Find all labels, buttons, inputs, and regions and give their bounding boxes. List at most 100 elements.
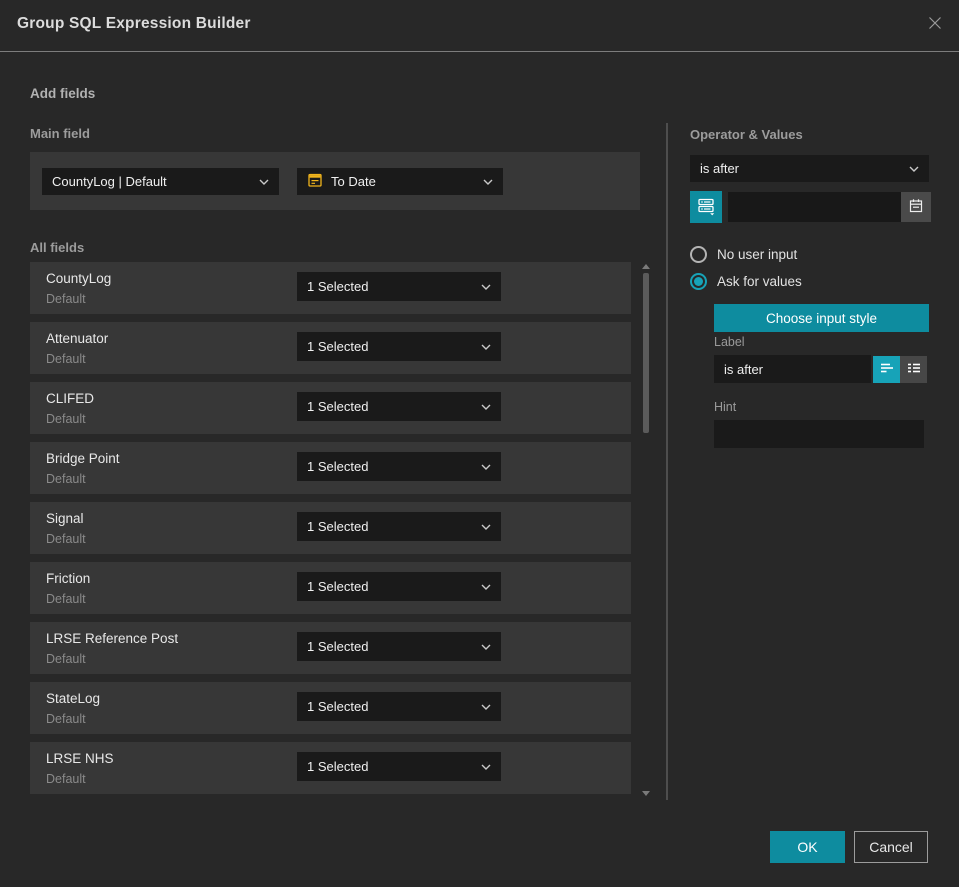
field-name: Signal — [46, 511, 84, 526]
operator-select[interactable]: is after — [690, 155, 929, 182]
field-subtitle: Default — [46, 352, 86, 366]
radio-ask-for-values-label: Ask for values — [717, 274, 802, 289]
scrollbar-thumb[interactable] — [643, 273, 649, 433]
list-style-button[interactable] — [900, 356, 927, 383]
field-name: LRSE Reference Post — [46, 631, 179, 646]
field-name: CountyLog — [46, 271, 112, 286]
field-subtitle: Default — [46, 472, 86, 486]
field-selected-dropdown-label: 1 Selected — [307, 519, 369, 534]
date-field-select[interactable]: To Date — [297, 168, 503, 195]
field-selected-dropdown[interactable]: 1 Selected — [297, 392, 501, 421]
dialog-title: Group SQL Expression Builder — [17, 15, 251, 32]
hint-input[interactable] — [714, 420, 924, 448]
field-selected-dropdown[interactable]: 1 Selected — [297, 632, 501, 661]
field-selected-dropdown-label: 1 Selected — [307, 759, 369, 774]
field-row: LRSE NHS Default 1 Selected — [30, 742, 631, 794]
operator-values-panel: Operator & Values is after No user input… — [690, 118, 931, 678]
chevron-down-icon — [909, 166, 919, 172]
field-selected-dropdown[interactable]: 1 Selected — [297, 332, 501, 361]
choose-input-style-button[interactable]: Choose input style — [714, 304, 929, 332]
value-calendar-button[interactable] — [901, 192, 931, 222]
field-selected-dropdown-label: 1 Selected — [307, 339, 369, 354]
field-selected-dropdown-label: 1 Selected — [307, 279, 369, 294]
field-row: Friction Default 1 Selected — [30, 562, 631, 614]
all-fields-list: CountyLog Default 1 Selected Attenuator … — [30, 262, 631, 802]
close-button[interactable] — [924, 14, 946, 36]
field-subtitle: Default — [46, 592, 86, 606]
radio-no-user-input[interactable]: No user input — [690, 246, 797, 263]
field-subtitle: Default — [46, 712, 86, 726]
field-selected-dropdown-label: 1 Selected — [307, 699, 369, 714]
value-date-input[interactable] — [728, 192, 901, 222]
single-line-style-button[interactable] — [873, 356, 900, 383]
scroll-down-arrow[interactable] — [642, 791, 650, 796]
radio-no-user-input-label: No user input — [717, 247, 798, 262]
radio-circle-checked — [690, 273, 707, 290]
chevron-down-icon — [481, 704, 491, 710]
dialog-titlebar: Group SQL Expression Builder — [0, 0, 959, 51]
add-fields-heading: Add fields — [30, 86, 96, 101]
field-selected-dropdown[interactable]: 1 Selected — [297, 272, 501, 301]
chevron-down-icon — [481, 344, 491, 350]
close-icon — [925, 13, 945, 38]
field-selected-dropdown-label: 1 Selected — [307, 399, 369, 414]
main-field-label: Main field — [30, 126, 90, 141]
field-subtitle: Default — [46, 412, 86, 426]
field-row: Bridge Point Default 1 Selected — [30, 442, 631, 494]
list-input-icon — [906, 360, 922, 379]
field-selected-dropdown-label: 1 Selected — [307, 579, 369, 594]
radio-ask-for-values[interactable]: Ask for values — [690, 273, 802, 290]
stacked-values-button[interactable] — [690, 191, 722, 223]
field-selected-dropdown[interactable]: 1 Selected — [297, 512, 501, 541]
panel-divider — [666, 123, 668, 800]
operator-select-value: is after — [700, 161, 740, 176]
main-field-select-value: CountyLog | Default — [52, 174, 167, 189]
field-row: Attenuator Default 1 Selected — [30, 322, 631, 374]
field-name: Friction — [46, 571, 91, 586]
field-selected-dropdown[interactable]: 1 Selected — [297, 452, 501, 481]
field-selected-dropdown[interactable]: 1 Selected — [297, 752, 501, 781]
field-selected-dropdown-label: 1 Selected — [307, 459, 369, 474]
label-input[interactable] — [714, 355, 871, 383]
chevron-down-icon — [481, 284, 491, 290]
date-field-select-value: To Date — [331, 174, 376, 189]
single-line-input-icon — [879, 360, 895, 379]
stacked-values-icon — [696, 196, 716, 219]
field-row: StateLog Default 1 Selected — [30, 682, 631, 734]
field-subtitle: Default — [46, 532, 86, 546]
operator-values-heading: Operator & Values — [690, 127, 803, 142]
field-selected-dropdown[interactable]: 1 Selected — [297, 572, 501, 601]
field-subtitle: Default — [46, 772, 86, 786]
main-field-select[interactable]: CountyLog | Default — [42, 168, 279, 195]
chevron-down-icon — [481, 464, 491, 470]
field-row: CountyLog Default 1 Selected — [30, 262, 631, 314]
field-name: Attenuator — [46, 331, 109, 346]
radio-circle-unchecked — [690, 246, 707, 263]
hint-caption: Hint — [714, 400, 737, 414]
scroll-up-arrow[interactable] — [642, 264, 650, 269]
field-name: CLIFED — [46, 391, 95, 406]
field-row: Signal Default 1 Selected — [30, 502, 631, 554]
all-fields-label: All fields — [30, 240, 85, 255]
cancel-button[interactable]: Cancel — [854, 831, 928, 863]
label-caption: Label — [714, 335, 745, 349]
chevron-down-icon — [481, 764, 491, 770]
chevron-down-icon — [483, 179, 493, 185]
chevron-down-icon — [481, 404, 491, 410]
field-subtitle: Default — [46, 652, 86, 666]
field-row: CLIFED Default 1 Selected — [30, 382, 631, 434]
field-subtitle: Default — [46, 292, 86, 306]
field-selected-dropdown-label: 1 Selected — [307, 639, 369, 654]
ok-button[interactable]: OK — [770, 831, 845, 863]
chevron-down-icon — [259, 179, 269, 185]
field-selected-dropdown[interactable]: 1 Selected — [297, 692, 501, 721]
group-sql-expression-builder-dialog: Group SQL Expression Builder Add fields … — [0, 0, 959, 887]
header-divider — [0, 51, 959, 52]
field-name: Bridge Point — [46, 451, 120, 466]
chevron-down-icon — [481, 524, 491, 530]
calendar-icon — [307, 172, 323, 191]
field-name: LRSE NHS — [46, 751, 114, 766]
field-name: StateLog — [46, 691, 101, 706]
calendar-icon — [908, 198, 924, 217]
chevron-down-icon — [481, 584, 491, 590]
